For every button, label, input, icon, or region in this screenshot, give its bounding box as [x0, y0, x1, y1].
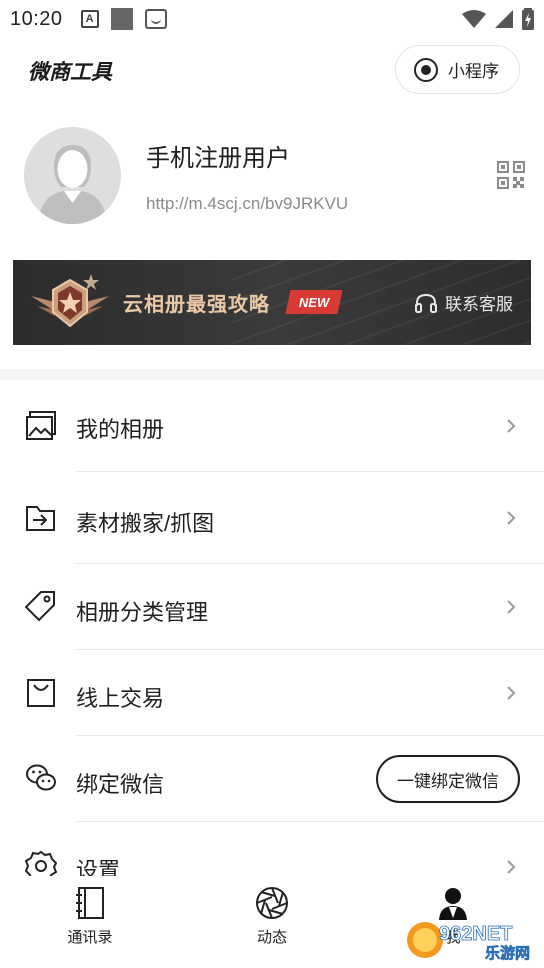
- customer-service-link[interactable]: 联系客服: [415, 290, 513, 315]
- app-header: 微商工具 小程序: [0, 38, 544, 102]
- banner-title: 云相册最强攻略: [123, 294, 270, 316]
- menu-item-bind-wechat: 绑定微信 一键绑定微信: [0, 736, 544, 822]
- menu-item-album-category[interactable]: 相册分类管理: [0, 564, 544, 650]
- menu-label: 素材搬家/抓图: [76, 511, 215, 536]
- promo-banner[interactable]: 云相册最强攻略 NEW 联系客服: [13, 260, 531, 345]
- tab-label: 动态: [256, 929, 287, 946]
- user-icon: [439, 888, 467, 920]
- tag-icon: [25, 591, 55, 622]
- notification-square-icon: [110, 8, 133, 30]
- tab-contacts[interactable]: 通讯录: [30, 876, 150, 947]
- menu-label: 设置: [76, 858, 121, 876]
- menu-item-settings[interactable]: 设置: [0, 822, 544, 876]
- user-name: 手机注册用户: [146, 145, 290, 172]
- shopping-bag-icon: [27, 679, 55, 707]
- mini-program-label: 小程序: [448, 62, 499, 81]
- target-icon: [414, 57, 438, 82]
- wechat-icon: [26, 764, 56, 791]
- shopping-app-icon: [144, 9, 167, 29]
- album-icon: [26, 411, 56, 440]
- signal-icon: [495, 10, 513, 28]
- menu-item-online-trade[interactable]: 线上交易: [0, 650, 544, 736]
- chevron-right-icon: [507, 686, 516, 700]
- chevron-right-icon: [507, 511, 516, 525]
- chevron-right-icon: [507, 419, 516, 433]
- contacts-icon: [76, 887, 104, 919]
- headset-icon: [415, 293, 437, 313]
- camera-aperture-icon: [256, 887, 288, 919]
- menu-label: 我的相册: [76, 417, 165, 442]
- menu-label: 线上交易: [76, 686, 165, 711]
- chevron-right-icon: [507, 600, 516, 614]
- settings-icon: [25, 850, 57, 876]
- bind-wechat-button[interactable]: 一键绑定微信: [376, 755, 520, 803]
- menu-label: 相册分类管理: [76, 600, 209, 625]
- brand-logo: 微商工具: [28, 61, 112, 84]
- user-link[interactable]: http://m.4scj.cn/bv9JRKVU: [146, 194, 348, 214]
- svg-text:乐游网: 乐游网: [485, 944, 530, 962]
- svg-text:962NET: 962NET: [439, 923, 512, 945]
- chevron-right-icon: [507, 860, 516, 874]
- tab-label: 通讯录: [67, 929, 113, 946]
- status-time: 10:20: [10, 7, 63, 30]
- service-label: 联系客服: [445, 295, 513, 314]
- new-badge: NEW: [285, 290, 343, 314]
- winged-star-badge-icon: [31, 274, 109, 328]
- tab-moments[interactable]: 动态: [212, 876, 332, 947]
- qr-code-icon[interactable]: [497, 161, 525, 189]
- folder-import-icon: [26, 506, 55, 531]
- site-watermark-logo: 962NET 乐游网: [407, 922, 530, 962]
- default-avatar-icon: [24, 127, 121, 224]
- avatar[interactable]: [24, 127, 121, 224]
- menu-item-my-album[interactable]: 我的相册: [0, 380, 544, 472]
- mini-program-button[interactable]: 小程序: [395, 45, 520, 94]
- menu-label: 绑定微信: [76, 772, 165, 797]
- new-badge-label: NEW: [298, 294, 330, 310]
- wifi-icon: [462, 10, 486, 28]
- status-bar: 10:20 A: [0, 0, 544, 38]
- section-divider: [0, 369, 544, 380]
- accessibility-a-icon: A: [80, 10, 99, 28]
- menu-item-material-import[interactable]: 素材搬家/抓图: [0, 472, 544, 564]
- battery-icon: [522, 8, 534, 30]
